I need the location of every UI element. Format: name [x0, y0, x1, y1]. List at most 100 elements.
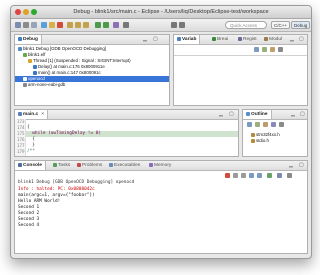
tab-breakpoints-label: Breai: [217, 37, 229, 42]
perspective-c-button[interactable]: C/C++: [271, 21, 291, 29]
tab-console[interactable]: Console: [15, 161, 46, 170]
resume-icon[interactable]: [41, 22, 47, 28]
print-icon[interactable]: [31, 22, 37, 28]
terminate-icon[interactable]: [225, 173, 230, 178]
suspend-icon[interactable]: [49, 22, 55, 28]
outline-icon: [246, 111, 250, 116]
executables-icon: [109, 162, 113, 167]
eclipse-window: Debug - blink1/src/main.c - Eclipse - /U…: [10, 5, 312, 259]
variables-view-tabs: Variab Breai Regist Modul ▁ ▢: [174, 35, 307, 45]
stack-frame-icon: [33, 64, 37, 69]
pin-console-icon[interactable]: [257, 173, 262, 178]
run-icon[interactable]: [103, 22, 109, 28]
tab-outline[interactable]: Outline: [243, 110, 272, 119]
tab-debug[interactable]: Debug: [15, 35, 42, 44]
editor-tabs: main.c × ▁ ▢: [15, 110, 238, 120]
tab-memory[interactable]: Memory: [149, 161, 171, 170]
sort-icon[interactable]: [247, 122, 252, 127]
window-title: Debug - blink1/src/main.c - Eclipse - /U…: [73, 9, 269, 15]
thread-icon: [28, 58, 32, 63]
view-menu-icon[interactable]: [287, 173, 292, 178]
minimize-icon[interactable]: ▁: [289, 162, 293, 169]
step-over-icon[interactable]: [75, 22, 81, 28]
tab-debug-label: Debug: [23, 37, 38, 42]
variables-view: Variab Breai Regist Modul ▁ ▢: [173, 34, 308, 106]
minimize-window-button[interactable]: [23, 9, 29, 15]
external-tools-icon[interactable]: [113, 22, 119, 28]
minimize-icon[interactable]: ▁: [143, 36, 147, 43]
step-into-icon[interactable]: [67, 22, 73, 28]
debug-view-tabs: Debug ▁ ▢: [15, 35, 169, 45]
clear-console-icon[interactable]: [241, 173, 246, 178]
remove-launch-icon[interactable]: [233, 173, 238, 178]
tab-console-label: Console: [23, 163, 42, 168]
hide-fields-icon[interactable]: [255, 122, 260, 127]
tab-tasks[interactable]: Tasks: [53, 161, 70, 170]
tab-problems[interactable]: Problems: [77, 161, 102, 170]
tab-modules-label: Modul: [269, 37, 283, 42]
close-window-button[interactable]: [15, 9, 21, 15]
display-console-icon[interactable]: [267, 173, 272, 178]
tab-registers[interactable]: Regist: [238, 35, 257, 44]
include-icon: [251, 132, 255, 137]
search-toolbar-icon[interactable]: [123, 22, 129, 28]
minimize-icon[interactable]: ▁: [219, 111, 223, 118]
tab-modules[interactable]: Modul: [264, 35, 282, 44]
tree-row-label: Delay() at main.c:176 0x8000911e: [38, 64, 105, 69]
outline-tabs: Outline ▁ ▢: [243, 110, 307, 120]
main-toolbar: Quick Access C/C++ Debug: [11, 19, 311, 32]
new-icon[interactable]: [15, 22, 21, 28]
tab-executables[interactable]: Executables: [109, 161, 140, 170]
tree-row-label: openocd: [28, 76, 45, 81]
tree-row-label: Thread [1] (Suspended : Signal : SIGINT:…: [33, 58, 131, 63]
tab-breakpoints[interactable]: Breai: [212, 35, 228, 44]
hide-nonpublic-icon[interactable]: [271, 122, 276, 127]
stack-frame-icon: [33, 70, 37, 75]
elf-icon: [23, 52, 27, 57]
hide-static-icon[interactable]: [263, 122, 268, 127]
tab-variables[interactable]: Variab: [174, 35, 201, 44]
view-menu-icon[interactable]: [278, 47, 283, 52]
debug-run-icon[interactable]: [95, 22, 101, 28]
show-logical-icon[interactable]: [270, 47, 275, 52]
tree-row-label: blink1.elf: [28, 52, 46, 57]
perspective-debug-button[interactable]: Debug: [291, 21, 311, 29]
registers-icon: [238, 36, 242, 41]
outline-item[interactable]: stdio.h: [251, 138, 269, 144]
open-console-icon[interactable]: [277, 173, 282, 178]
close-tab-icon[interactable]: ×: [41, 112, 44, 117]
divider: [174, 55, 307, 56]
scroll-lock-icon[interactable]: [249, 173, 254, 178]
tab-memory-label: Memory: [154, 163, 172, 168]
terminate-icon[interactable]: [57, 22, 63, 28]
minimize-icon[interactable]: ▁: [290, 36, 294, 43]
step-return-icon[interactable]: [83, 22, 89, 28]
tab-variables-label: Variab: [182, 37, 197, 42]
code-line[interactable]: /**: [27, 149, 35, 155]
zoom-window-button[interactable]: [31, 9, 37, 15]
tab-main-c[interactable]: main.c ×: [15, 110, 49, 119]
maximize-icon[interactable]: ▢: [299, 36, 304, 43]
back-icon[interactable]: [171, 22, 177, 28]
maximize-icon[interactable]: ▢: [229, 111, 234, 118]
forward-icon[interactable]: [179, 22, 185, 28]
save-icon[interactable]: [23, 22, 29, 28]
outline-item-label: stm32f4xx.h: [256, 132, 280, 137]
view-menu-icon[interactable]: [279, 122, 284, 127]
console-session-label: blink1 Debug [GDB OpenOCD Debugging] ope…: [18, 180, 135, 185]
tree-row-gdb[interactable]: arm-none-eabi-gdb: [23, 82, 65, 88]
maximize-icon[interactable]: ▢: [299, 162, 304, 169]
collapse-all-icon[interactable]: [254, 47, 259, 52]
variables-icon: [177, 36, 181, 41]
maximize-icon[interactable]: ▢: [153, 36, 158, 43]
code-line-current[interactable]: while (uwTimingDelay != 0): [27, 131, 101, 137]
tab-tasks-label: Tasks: [58, 163, 71, 168]
minimize-icon[interactable]: ▁: [291, 111, 295, 118]
console-view: Console Tasks Problems Executables Memor…: [14, 160, 308, 254]
maximize-icon[interactable]: ▢: [300, 111, 305, 118]
show-type-names-icon[interactable]: [262, 47, 267, 52]
editor-view: main.c × ▁ ▢ 173 174 { 175 while (uwTimin…: [14, 109, 239, 157]
quick-access-input[interactable]: Quick Access: [225, 21, 267, 29]
title-bar: Debug - blink1/src/main.c - Eclipse - /U…: [11, 6, 311, 19]
bug-icon: [18, 36, 22, 41]
